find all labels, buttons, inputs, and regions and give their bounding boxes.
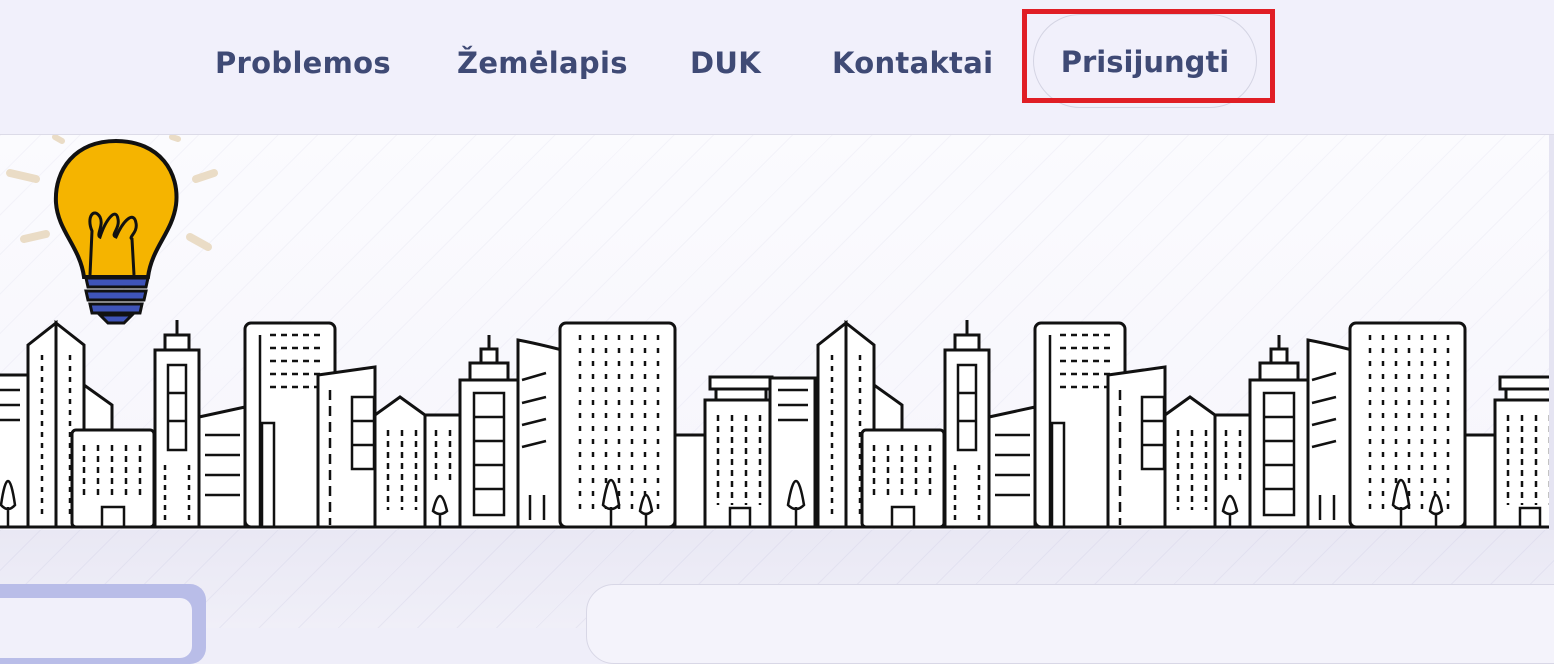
login-button-label: Prisijungti <box>1060 45 1230 79</box>
nav-link-problemos[interactable]: Problemos <box>215 42 391 84</box>
nav-link-zemelapis[interactable]: Žemėlapis <box>457 42 628 84</box>
nav-link-duk[interactable]: DUK <box>690 42 761 84</box>
left-card-inner <box>0 598 192 658</box>
right-card <box>586 584 1554 664</box>
top-navbar: Problemos Žemėlapis DUK Kontaktai Prisij… <box>0 0 1554 135</box>
lightbulb-icon <box>6 135 218 325</box>
nav-link-kontaktai[interactable]: Kontaktai <box>832 42 993 84</box>
login-button[interactable]: Prisijungti <box>1033 14 1257 108</box>
city-skyline <box>0 135 1549 529</box>
hero-edge <box>1549 135 1554 530</box>
hero-banner <box>0 135 1549 530</box>
